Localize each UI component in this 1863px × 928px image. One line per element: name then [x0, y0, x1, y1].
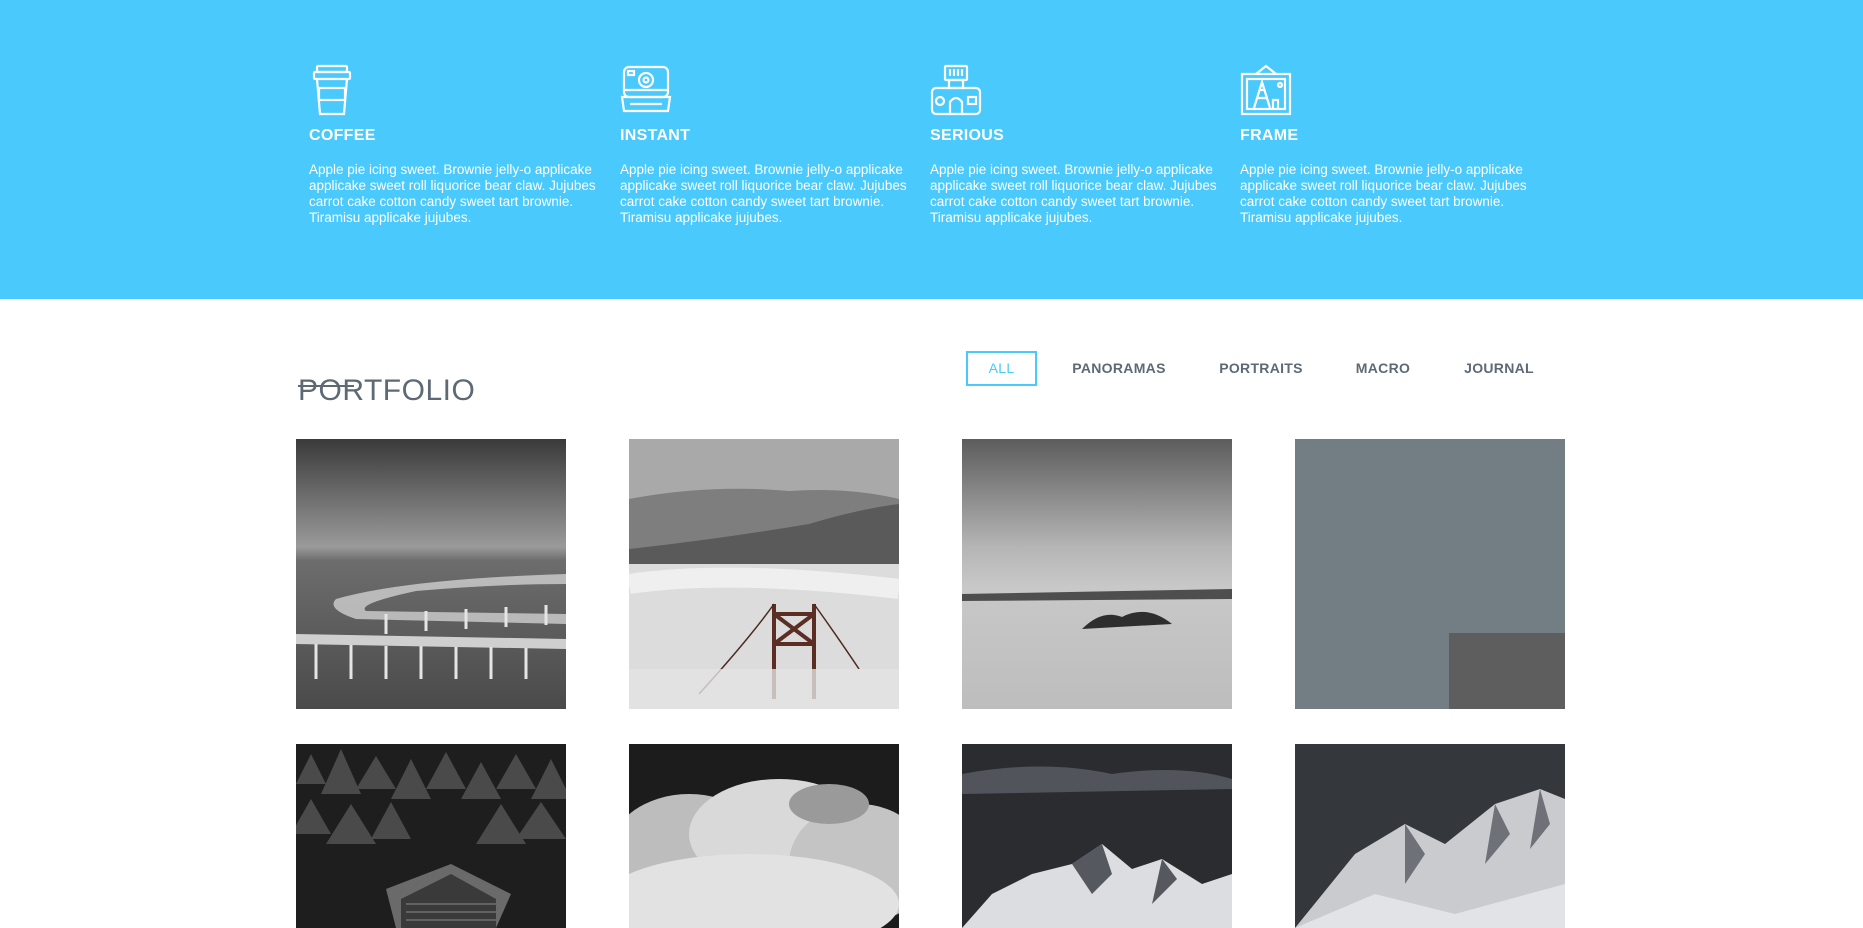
- feature-title: INSTANT: [620, 127, 691, 144]
- filter-all[interactable]: ALL: [966, 351, 1037, 386]
- filter-journal[interactable]: JOURNAL: [1459, 351, 1539, 386]
- feature-title: FRAME: [1240, 127, 1299, 144]
- feature-frame: FRAME Apple pie icing sweet. Brownie jel…: [1240, 64, 1540, 226]
- filter-portraits[interactable]: PORTRAITS: [1211, 351, 1311, 386]
- portfolio-item-snow-peaks[interactable]: [1295, 744, 1565, 928]
- features-banner: COFFEE Apple pie icing sweet. Brownie je…: [0, 0, 1863, 299]
- feature-instant: INSTANT Apple pie icing sweet. Brownie j…: [620, 64, 920, 226]
- feature-title: COFFEE: [309, 127, 376, 144]
- picture-frame-icon: [1240, 64, 1292, 116]
- portfolio-item-pier[interactable]: [296, 439, 566, 709]
- portfolio-item-placeholder[interactable]: [1295, 439, 1565, 709]
- portfolio-item-bridge[interactable]: [629, 439, 899, 709]
- title-underline: [298, 385, 354, 387]
- filter-macro[interactable]: MACRO: [1347, 351, 1419, 386]
- portfolio-title: PORTFOLIO: [298, 373, 476, 407]
- feature-serious: SERIOUS Apple pie icing sweet. Brownie j…: [930, 64, 1230, 226]
- portfolio-item-seascape[interactable]: [962, 439, 1232, 709]
- instant-camera-icon: [620, 64, 672, 116]
- portfolio-item-cabin[interactable]: [296, 744, 566, 928]
- feature-description: Apple pie icing sweet. Brownie jelly-o a…: [930, 162, 1217, 225]
- feature-title: SERIOUS: [930, 127, 1005, 144]
- placeholder-inset: [1449, 633, 1565, 709]
- portfolio-item-clouds[interactable]: [629, 744, 899, 928]
- feature-description: Apple pie icing sweet. Brownie jelly-o a…: [1240, 162, 1527, 225]
- serious-camera-icon: [930, 64, 982, 116]
- portfolio-item-mountains[interactable]: [962, 744, 1232, 928]
- filter-panoramas[interactable]: PANORAMAS: [1065, 351, 1173, 386]
- feature-description: Apple pie icing sweet. Brownie jelly-o a…: [620, 162, 907, 225]
- feature-coffee: COFFEE Apple pie icing sweet. Brownie je…: [309, 64, 609, 226]
- coffee-cup-icon: [309, 64, 361, 116]
- feature-description: Apple pie icing sweet. Brownie jelly-o a…: [309, 162, 596, 225]
